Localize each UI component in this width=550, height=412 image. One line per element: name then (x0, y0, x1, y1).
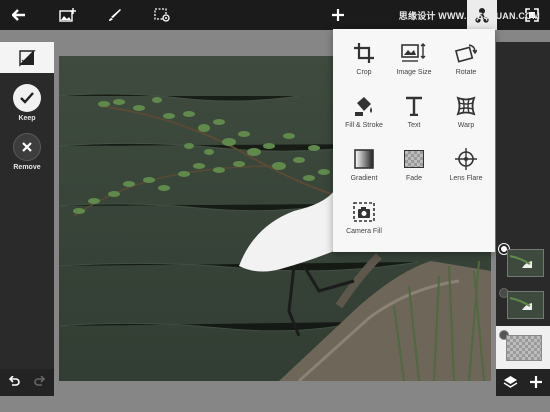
layer-thumbnail[interactable] (507, 291, 544, 319)
redo-icon[interactable] (34, 376, 46, 388)
remove-fx-icon (19, 49, 36, 67)
tool-label: Fill & Stroke (345, 122, 383, 129)
tool-fill-stroke[interactable]: Fill & Stroke (337, 82, 391, 135)
tool-text[interactable]: Text (387, 82, 441, 135)
add-image-icon[interactable] (52, 0, 82, 30)
left-panel: Keep Remove (0, 42, 54, 396)
layer-thumbnail[interactable] (507, 249, 544, 277)
lens-flare-icon (455, 148, 477, 170)
tool-label: Camera Fill (346, 228, 382, 235)
layers-panel (496, 42, 550, 396)
selected-layer[interactable] (496, 326, 550, 369)
camera-fill-icon (353, 202, 375, 222)
tool-camera-fill[interactable]: Camera Fill (337, 188, 391, 241)
image-size-icon (401, 43, 426, 62)
selection-settings-icon[interactable] (147, 0, 177, 30)
checkmark-icon (20, 92, 34, 104)
fill-stroke-icon (355, 97, 372, 116)
brush-icon[interactable] (100, 0, 130, 30)
layers-icon[interactable] (503, 375, 518, 390)
tool-rotate[interactable]: Rotate (439, 29, 493, 82)
plus-icon[interactable] (323, 0, 353, 30)
empty-layer-thumbnail (506, 335, 542, 361)
tool-label: Image Size (396, 69, 432, 76)
keep-label: Keep (18, 115, 36, 122)
tool-label: Warp (457, 122, 475, 129)
remove-button[interactable] (13, 133, 41, 161)
rotate-icon (455, 44, 477, 63)
tool-label: Crop (356, 69, 372, 76)
text-icon (406, 96, 422, 116)
gradient-icon (354, 149, 374, 169)
tool-gradient[interactable]: Gradient (337, 135, 391, 188)
watermark-text: 思缘设计 WWW.MISSYUAN.COM (398, 11, 540, 21)
tool-label: Fade (406, 175, 422, 182)
tool-fade[interactable]: Fade (387, 135, 441, 188)
remove-label: Remove (13, 164, 41, 171)
x-icon (22, 142, 32, 152)
undo-icon[interactable] (8, 376, 20, 388)
tool-image-size[interactable]: Image Size (387, 29, 441, 82)
tool-label: Text (407, 122, 421, 129)
keep-button[interactable] (13, 84, 41, 112)
warp-icon (456, 96, 476, 116)
layer-effect-tile[interactable] (0, 42, 54, 73)
back-arrow-icon[interactable] (4, 0, 34, 30)
tool-crop[interactable]: Crop (337, 29, 391, 82)
crop-icon (354, 43, 374, 63)
layers-bar (496, 369, 550, 396)
tool-label: Gradient (350, 175, 378, 182)
top-toolbar: 思缘设计 WWW.MISSYUAN.COM (0, 0, 550, 30)
add-layer-icon[interactable] (530, 376, 542, 388)
tool-warp[interactable]: Warp (439, 82, 493, 135)
tool-label: Rotate (455, 69, 477, 76)
tool-lens-flare[interactable]: Lens Flare (439, 135, 493, 188)
tools-popover: Crop Image Size Rotate Fill & Stroke Tex… (333, 29, 495, 252)
tool-label: Lens Flare (449, 175, 483, 182)
history-bar (0, 369, 54, 396)
fade-icon (404, 150, 424, 168)
